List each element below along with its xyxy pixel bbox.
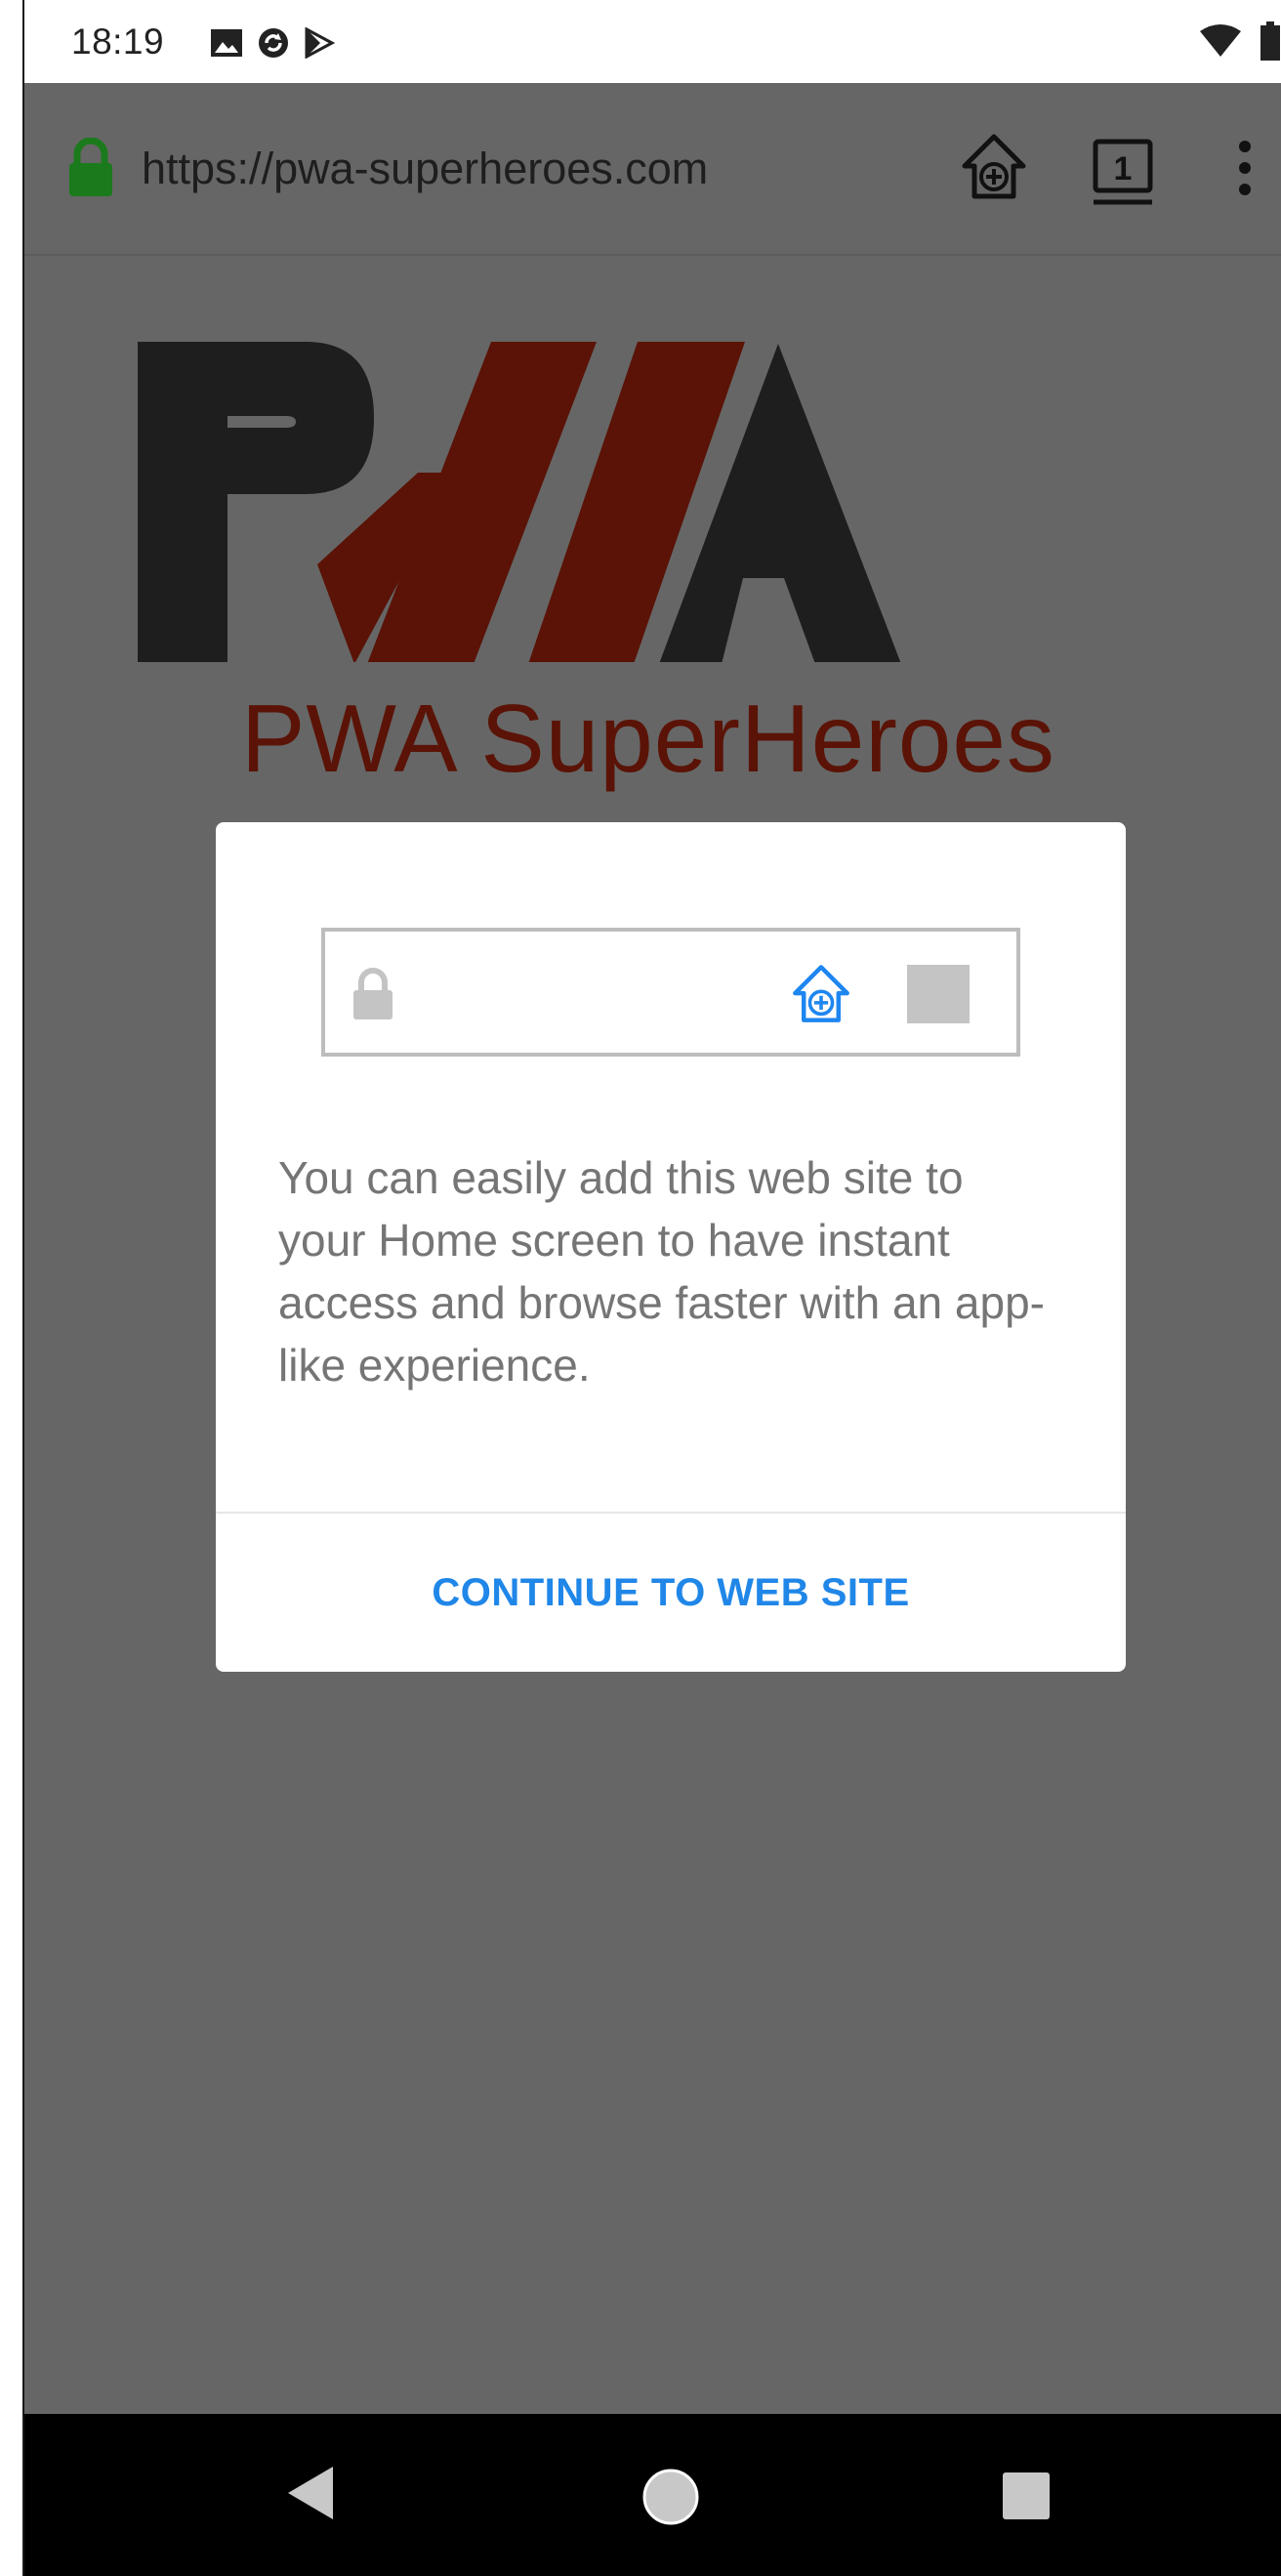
tabs-icon[interactable]: 1 — [1092, 138, 1156, 211]
image-icon — [210, 28, 243, 62]
logo-subtitle: PWA SuperHeroes — [241, 685, 1055, 792]
notification-icons — [210, 26, 336, 64]
add-to-home-dialog: You can easily add this web site to your… — [216, 822, 1126, 1672]
device-frame-edge — [0, 0, 24, 2576]
back-icon[interactable] — [286, 2465, 335, 2526]
add-to-home-icon[interactable] — [960, 132, 1028, 207]
status-time: 18:19 — [71, 21, 165, 62]
system-nav-bar — [24, 2414, 1281, 2576]
battery-icon — [1260, 21, 1281, 65]
tab-count: 1 — [1114, 150, 1133, 187]
device-screen: 18:19 https://pwa-superheroes.com 1 PWA … — [24, 0, 1281, 2576]
dialog-message: You can easily add this web site to your… — [278, 1152, 1045, 1391]
play-store-icon — [304, 26, 336, 63]
add-to-home-icon — [790, 963, 852, 1030]
browser-toolbar: https://pwa-superheroes.com 1 — [24, 83, 1281, 256]
recents-icon[interactable] — [1003, 2472, 1050, 2519]
address-bar-illustration — [321, 928, 1020, 1057]
home-icon[interactable] — [641, 2468, 700, 2531]
pwa-logo — [138, 342, 901, 662]
lock-icon[interactable] — [65, 137, 116, 203]
sync-icon — [257, 26, 290, 64]
lock-icon — [351, 967, 395, 1026]
status-bar: 18:19 — [24, 0, 1281, 83]
url-field[interactable]: https://pwa-superheroes.com — [142, 144, 708, 194]
continue-button[interactable]: CONTINUE TO WEB SITE — [216, 1514, 1126, 1672]
tabs-placeholder — [907, 965, 970, 1023]
wifi-icon — [1199, 23, 1242, 63]
system-icons — [1199, 21, 1281, 65]
overflow-menu-icon[interactable] — [1238, 140, 1252, 201]
